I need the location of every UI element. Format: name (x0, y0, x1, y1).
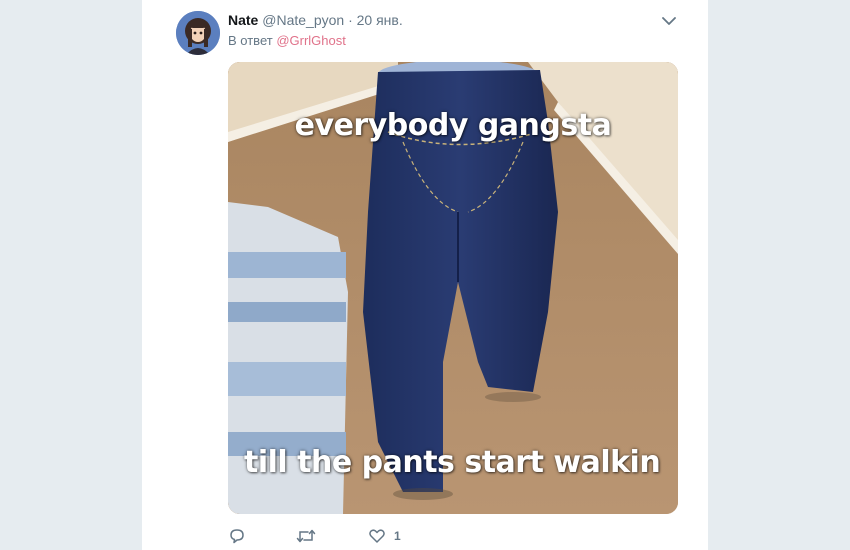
heart-icon (369, 529, 385, 543)
retweet-button[interactable] (296, 525, 316, 547)
like-button[interactable]: 1 (368, 525, 401, 547)
avatar-illustration (176, 11, 220, 55)
date-separator: · (348, 12, 353, 28)
author-name[interactable]: Nate (228, 12, 258, 28)
meme-caption-bottom: till the pants start walkin (244, 445, 661, 480)
author-handle[interactable]: @Nate_pyon (262, 12, 344, 28)
comment-icon (230, 529, 244, 544)
tweet-media-image[interactable]: everybody gangsta till the pants start w… (228, 62, 678, 514)
tweet-header: Nate @Nate_pyon · 20 янв. (228, 12, 403, 28)
reply-prefix: В ответ (228, 33, 273, 48)
reply-context: В ответ @GrrlGhost (228, 33, 346, 48)
tweet-date[interactable]: 20 янв. (357, 12, 403, 28)
meme-caption-top: everybody gangsta (294, 108, 612, 143)
reply-mention-link[interactable]: @GrrlGhost (276, 33, 346, 48)
more-options-button[interactable] (660, 12, 678, 30)
tweet-card[interactable]: Nate @Nate_pyon · 20 янв. В ответ @GrrlG… (141, 0, 709, 550)
avatar[interactable] (176, 11, 220, 55)
reply-button[interactable] (228, 525, 246, 547)
tweet-actions: 1 (228, 525, 528, 547)
retweet-icon (296, 529, 316, 543)
chevron-down-icon (662, 16, 676, 25)
like-count: 1 (394, 529, 401, 543)
